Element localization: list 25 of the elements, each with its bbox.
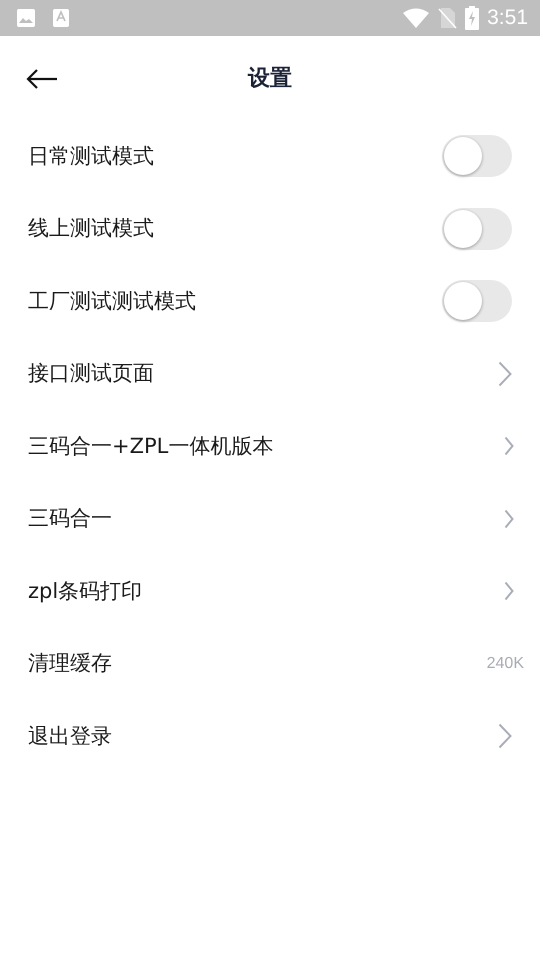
chevron-right-icon[interactable]: [504, 581, 514, 602]
setting-label: 三码合一+ZPL一体机版本: [28, 432, 274, 460]
chevron-right-icon[interactable]: [498, 360, 512, 387]
chevron-right-icon[interactable]: [504, 436, 514, 456]
image-icon: [16, 8, 36, 28]
no-sim-icon: [437, 7, 458, 29]
chevron-right-icon[interactable]: [504, 508, 514, 529]
chevron-right-icon[interactable]: [498, 723, 512, 750]
status-time: 3:51: [487, 5, 528, 32]
setting-label: 工厂测试测试模式: [28, 288, 196, 314]
setting-label: 日常测试模式: [28, 142, 154, 170]
toggle-switch[interactable]: [442, 135, 512, 178]
cache-size: 240K: [486, 654, 524, 674]
setting-label: 清理缓存: [28, 650, 112, 677]
battery-charging-icon: [465, 6, 480, 30]
setting-label: 三码合一: [28, 505, 112, 532]
setting-label: 退出登录: [28, 722, 112, 750]
wifi-icon: [403, 8, 430, 28]
page-title: 设置: [248, 64, 292, 92]
text-icon: [52, 8, 70, 28]
setting-label: 接口测试页面: [28, 360, 154, 387]
setting-label: zpl条码打印: [28, 578, 142, 604]
toggle-switch[interactable]: [442, 280, 512, 322]
toggle-switch[interactable]: [442, 208, 512, 250]
setting-label: 线上测试模式: [28, 215, 154, 242]
